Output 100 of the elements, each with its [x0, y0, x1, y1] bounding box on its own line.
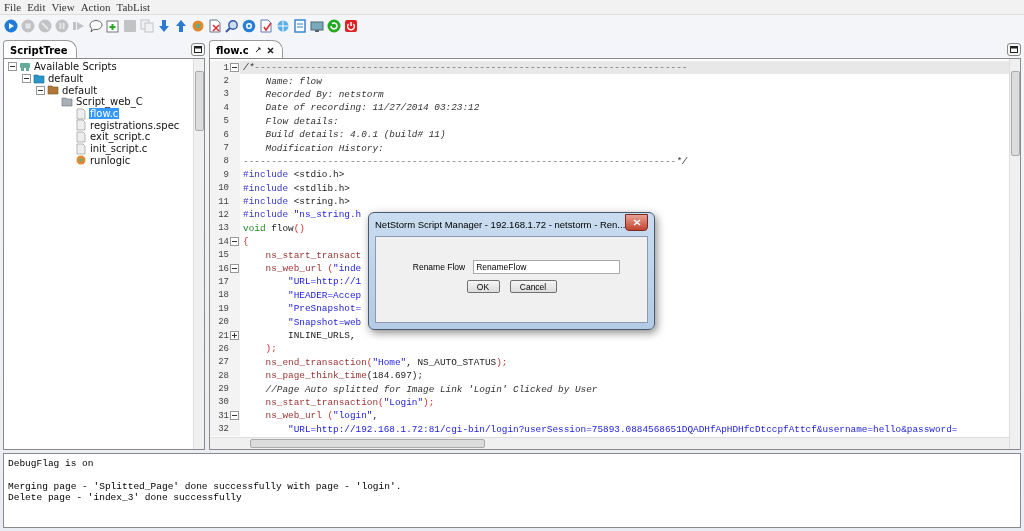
line-number: 6 [223, 129, 229, 140]
code-line: ns_page_think_time(184.697); [264, 370, 424, 382]
speech-bubble-icon[interactable] [89, 19, 103, 33]
line-number: 19 [218, 303, 229, 314]
monitor-icon[interactable] [310, 19, 324, 33]
code-line: "PreSnapshot= [287, 303, 362, 315]
up-arrow-icon[interactable] [174, 19, 188, 33]
close-icon[interactable] [266, 46, 274, 54]
menu-item[interactable]: TabList [116, 2, 151, 12]
ok-button[interactable]: OK [466, 280, 500, 293]
menu-item[interactable]: Action [80, 2, 111, 12]
close-icon [632, 218, 641, 226]
dialog-title: NetStorm Script Manager - 192.168.1.72 - netstorm - Ren... [375, 219, 626, 230]
tree-item[interactable]: init_script.c [89, 143, 149, 155]
tree-item[interactable]: Available Scripts [33, 61, 118, 73]
tree-item[interactable]: exit_script.c [89, 131, 152, 143]
code-line: Recorded By: netstorm [264, 88, 384, 100]
code-line: Build details: 4.0.1 (build# 11) [264, 129, 446, 141]
line-number: 2 [223, 76, 229, 87]
delete-document-icon[interactable] [208, 19, 222, 33]
line-number: 27 [218, 357, 229, 368]
console-line: Merging page - 'Splitted_Page' done successfully with page - 'login'. [8, 480, 403, 492]
cancel-button[interactable]: Cancel [509, 280, 557, 293]
add-icon[interactable] [106, 19, 120, 33]
line-number: 15 [218, 250, 229, 261]
collapse-icon[interactable] [230, 264, 239, 274]
code-line: #include <stdio.h> [242, 169, 345, 181]
menu-item[interactable]: View [51, 2, 75, 12]
line-number: 12 [218, 210, 229, 220]
document-icon[interactable] [293, 19, 307, 33]
line-number: 5 [223, 116, 229, 127]
code-line: #include <string.h> [242, 196, 350, 208]
collapse-icon[interactable] [230, 63, 239, 73]
line-number: 9 [223, 169, 229, 180]
power-icon[interactable] [344, 19, 358, 33]
gear-icon [75, 154, 87, 167]
line-number: 8 [223, 156, 229, 167]
horizontal-scrollbar[interactable] [210, 437, 1009, 449]
collapse-icon[interactable] [8, 62, 17, 72]
menu-item[interactable]: Edit [27, 2, 46, 12]
line-number: 11 [218, 196, 229, 207]
vertical-scrollbar[interactable] [1009, 59, 1020, 449]
collapse-icon[interactable] [22, 74, 31, 84]
code-line: ns_end_transaction("Home", NS_AUTO_STATUS); [264, 356, 508, 368]
file-icon [75, 130, 87, 143]
code-line: Flow details: [264, 115, 339, 127]
code-line: "HEADER=Accep [287, 289, 362, 301]
close-button[interactable] [625, 213, 648, 231]
code-line: INLINE_URLS, [287, 330, 356, 341]
tree-item[interactable]: default [61, 84, 99, 96]
line-number: 29 [218, 384, 229, 395]
play-icon[interactable] [4, 19, 18, 33]
settings-icon[interactable] [242, 19, 256, 33]
line-number: 4 [223, 102, 229, 113]
down-arrow-icon[interactable] [157, 19, 171, 33]
editor-tab[interactable]: flow.c [209, 40, 283, 58]
gear-icon[interactable] [191, 19, 205, 33]
code-line: #include "ns_string.h [242, 209, 362, 221]
refresh-icon[interactable] [327, 19, 341, 33]
tree-item[interactable]: default [47, 73, 85, 85]
file-icon [75, 142, 87, 155]
menu-item[interactable]: File [4, 2, 22, 12]
tree-tab[interactable]: ScriptTree [3, 40, 77, 58]
file-icon [75, 119, 87, 132]
code-line: ns_start_transaction("Login"); [264, 396, 435, 408]
code-line: ns_start_transact [264, 249, 362, 261]
console-line: Delete page - 'index_3' done successfully [8, 492, 243, 504]
expand-icon[interactable] [230, 331, 239, 340]
line-number: 31 [218, 410, 229, 421]
code-line: { [242, 236, 249, 248]
line-number: 3 [223, 89, 229, 100]
collapse-icon[interactable] [36, 85, 45, 95]
vertical-scrollbar[interactable] [193, 59, 204, 449]
maximize-button[interactable] [1007, 43, 1021, 56]
line-number: 21 [218, 330, 229, 341]
line-number: 16 [218, 263, 229, 274]
collapse-icon[interactable] [230, 237, 239, 247]
line-number: 28 [218, 370, 229, 381]
window-icon [194, 46, 202, 53]
network-icon [19, 60, 31, 73]
line-number: 26 [218, 343, 229, 354]
console-line: DebugFlag is on [8, 458, 95, 470]
line-number: 17 [218, 276, 229, 287]
code-line: "URL=http://192.168.1.72:81/cgi-bin/login?userSession=75893.0884568651DQADHfApHDHfcDtccpfAttcf&username=hello&password= [287, 423, 958, 435]
search-icon[interactable] [225, 19, 239, 33]
tree-item[interactable]: Script_web_C [75, 96, 144, 108]
line-number: 30 [218, 397, 229, 408]
line-number: 18 [218, 290, 229, 301]
line-number: 32 [218, 424, 229, 435]
pin-icon[interactable] [254, 47, 261, 53]
tree-item[interactable]: registrations.spec [89, 119, 181, 131]
code-line: -----------------------------------------------------------------------------*/ [242, 155, 688, 167]
rename-field[interactable]: RenameFlow [473, 260, 621, 274]
line-number: 10 [218, 183, 229, 194]
collapse-icon[interactable] [230, 411, 239, 421]
maximize-button[interactable] [191, 43, 205, 56]
tree-item[interactable]: runlogic [89, 154, 132, 166]
document-check-icon[interactable] [259, 19, 273, 33]
code-line: #include <stdlib.h> [242, 182, 350, 194]
code-line: ); [264, 343, 277, 355]
